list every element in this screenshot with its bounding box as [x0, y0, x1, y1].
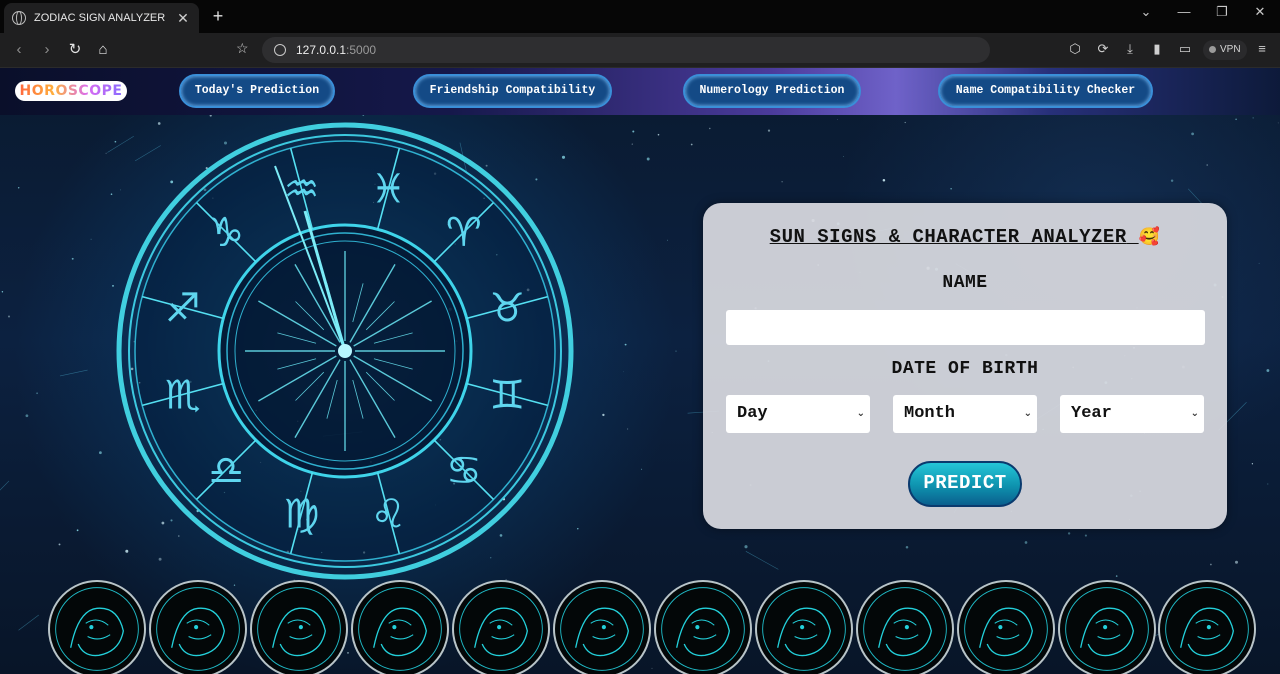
nav-todays-prediction[interactable]: Today's Prediction	[179, 74, 335, 108]
year-select-value: Year	[1071, 404, 1112, 423]
zodiac-sign-glyph: ♊	[489, 372, 525, 418]
back-button[interactable]: ‹	[8, 39, 30, 61]
libra-icon	[661, 587, 745, 671]
zodiac-medallion-libra[interactable]	[654, 580, 752, 674]
horoscope-logo[interactable]: HOROSCOPE	[15, 81, 127, 101]
browser-toolbar: ‹ › ↻ ⌂ ☆ 127.0.0.1 :5000 ⬡ ⟳ ⤓ ▮ ▭ VPN …	[0, 33, 1280, 68]
zodiac-medallion-cancer[interactable]	[351, 580, 449, 674]
zodiac-medallion-aquarius[interactable]	[1058, 580, 1156, 674]
gemini-icon	[257, 587, 341, 671]
close-tab-icon[interactable]: ✕	[175, 10, 191, 27]
page-content: HOROSCOPE Today's Prediction Friendship …	[0, 68, 1280, 674]
tab-title: ZODIAC SIGN ANALYZER	[34, 12, 166, 24]
name-input[interactable]	[726, 310, 1205, 345]
zodiac-sign-glyph: ♌	[371, 491, 407, 537]
sagittarius-icon	[863, 587, 947, 671]
predict-button[interactable]: PREDICT	[908, 461, 1022, 507]
zodiac-wheel-image: ♒ ♓ ♈♉ ♊♋ ♌ ♍ ♎♏ ♐♑	[116, 122, 574, 580]
wallet-icon[interactable]: ▭	[1177, 41, 1193, 57]
zodiac-medallion-virgo[interactable]	[553, 580, 651, 674]
capricorn-icon	[964, 587, 1048, 671]
reload-button[interactable]: ↻	[64, 39, 86, 61]
sync-icon[interactable]: ⟳	[1095, 41, 1111, 57]
new-tab-button[interactable]: +	[208, 6, 228, 27]
cancer-icon	[358, 587, 442, 671]
nav-name-compatibility-checker[interactable]: Name Compatibility Checker	[938, 74, 1153, 108]
zodiac-medallion-scorpio[interactable]	[755, 580, 853, 674]
day-select-value: Day	[737, 404, 768, 423]
zodiac-sign-glyph: ♎	[208, 448, 244, 494]
name-label: NAME	[942, 273, 988, 293]
year-select[interactable]: Year ⌄	[1060, 395, 1204, 433]
zodiac-medallion-pisces[interactable]	[1158, 580, 1256, 674]
zodiac-sign-glyph: ♍	[284, 491, 320, 537]
smiling-face-emoji-icon: 🥰	[1138, 227, 1161, 247]
zodiac-sign-glyph: ♓	[371, 167, 407, 213]
nav-numerology-prediction[interactable]: Numerology Prediction	[683, 74, 861, 108]
zodiac-medallion-taurus[interactable]	[149, 580, 247, 674]
forward-button[interactable]: ›	[36, 39, 58, 61]
leo-icon	[459, 587, 543, 671]
zodiac-medallion-sagittarius[interactable]	[856, 580, 954, 674]
aries-icon	[55, 587, 139, 671]
chevron-down-icon: ⌄	[1190, 408, 1199, 419]
pisces-icon	[1165, 587, 1249, 671]
virgo-icon	[560, 587, 644, 671]
browser-tab-bar: ZODIAC SIGN ANALYZER ✕ + ⌄ — ❐ ✕	[0, 0, 1280, 33]
address-bar[interactable]: 127.0.0.1 :5000	[262, 37, 990, 63]
globe-icon	[12, 11, 26, 25]
extensions-icon[interactable]: ⬡	[1067, 41, 1083, 57]
sidebar-icon[interactable]: ▮	[1149, 41, 1165, 57]
zodiac-medallion-aries[interactable]	[48, 580, 146, 674]
chevron-down-icon: ⌄	[1023, 408, 1032, 419]
url-port: :5000	[346, 43, 377, 57]
browser-tab[interactable]: ZODIAC SIGN ANALYZER ✕	[4, 3, 199, 33]
chevron-down-icon: ⌄	[856, 408, 865, 419]
tab-search-icon[interactable]: ⌄	[1128, 4, 1164, 20]
maximize-button[interactable]: ❐	[1204, 4, 1240, 20]
zodiac-sign-glyph: ♈	[446, 210, 482, 256]
zodiac-sign-glyph: ♑	[208, 210, 244, 256]
day-select[interactable]: Day ⌄	[726, 395, 870, 433]
close-window-button[interactable]: ✕	[1242, 4, 1278, 20]
zodiac-medallion-leo[interactable]	[452, 580, 550, 674]
site-info-icon[interactable]	[274, 44, 286, 56]
zodiac-medallion-row	[0, 580, 1280, 674]
zodiac-sign-glyph: ♏	[165, 372, 201, 418]
vpn-badge[interactable]: VPN	[1203, 40, 1247, 60]
zodiac-sign-glyph: ♉	[489, 286, 525, 332]
analyzer-form-card: SUN SIGNS & CHARACTER ANALYZER 🥰 NAME DA…	[703, 203, 1227, 529]
download-icon[interactable]: ⤓	[1122, 41, 1138, 57]
scorpio-icon	[762, 587, 846, 671]
zodiac-sign-glyph: ♋	[446, 448, 482, 494]
aquarius-icon	[1065, 587, 1149, 671]
minimize-button[interactable]: —	[1166, 4, 1202, 19]
form-title: SUN SIGNS & CHARACTER ANALYZER 🥰	[769, 226, 1161, 248]
month-select-value: Month	[904, 404, 956, 423]
zodiac-sign-glyph: ♒	[284, 167, 320, 213]
month-select[interactable]: Month ⌄	[893, 395, 1037, 433]
zodiac-sign-glyph: ♐	[165, 286, 201, 332]
zodiac-medallion-capricorn[interactable]	[957, 580, 1055, 674]
nav-friendship-compatibility[interactable]: Friendship Compatibility	[413, 74, 612, 108]
zodiac-medallion-gemini[interactable]	[250, 580, 348, 674]
taurus-icon	[156, 587, 240, 671]
top-navbar: HOROSCOPE Today's Prediction Friendship …	[0, 68, 1280, 115]
dob-label: DATE OF BIRTH	[891, 359, 1039, 379]
bookmark-icon[interactable]: ☆	[236, 40, 249, 57]
home-button[interactable]: ⌂	[92, 39, 114, 61]
menu-icon[interactable]: ≡	[1254, 41, 1270, 57]
url-host: 127.0.0.1	[296, 43, 347, 57]
